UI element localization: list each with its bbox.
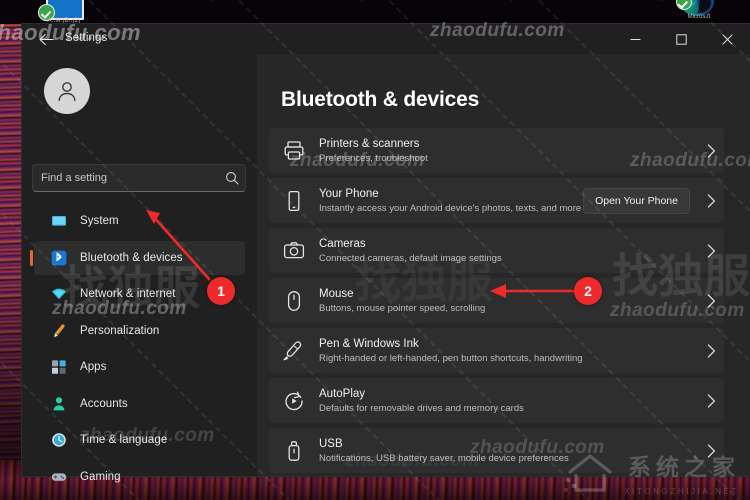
card-title: Your Phone bbox=[319, 187, 379, 200]
sidebar-nav-list: System Bluetooth & devices Network & inter… bbox=[22, 204, 257, 500]
open-your-phone-button[interactable]: Open Your Phone bbox=[583, 187, 690, 214]
chevron-right-icon[interactable] bbox=[698, 143, 724, 158]
sidebar-item-label: Bluetooth & devices bbox=[80, 251, 183, 264]
sidebar-item-label: Accounts bbox=[80, 397, 128, 410]
clock-icon bbox=[48, 431, 70, 449]
wallpaper-top-band bbox=[0, 0, 750, 24]
card-subtitle: Preferences, troubleshoot bbox=[319, 152, 428, 164]
card-mouse[interactable]: Mouse Buttons, mouse pointer speed, scrol… bbox=[269, 278, 724, 323]
card-pen-windows-ink[interactable]: Pen & Windows Ink Right-handed or left-ha… bbox=[269, 328, 724, 373]
pen-icon bbox=[269, 340, 319, 362]
chevron-right-icon[interactable] bbox=[698, 293, 724, 308]
card-text-block: Mouse Buttons, mouse pointer speed, scrol… bbox=[319, 287, 698, 315]
mouse-icon bbox=[269, 290, 319, 312]
card-text-block: USB Notifications, USB battery saver, mob… bbox=[319, 437, 698, 465]
card-your-phone[interactable]: Your Phone Instantly access your Android … bbox=[269, 178, 724, 223]
card-subtitle: Defaults for removable drives and memory… bbox=[319, 402, 524, 414]
user-avatar-icon bbox=[58, 82, 76, 102]
close-button[interactable] bbox=[704, 24, 750, 54]
sidebar-item-network-internet[interactable]: Network & internet bbox=[34, 277, 245, 311]
card-text-block: Printers & scanners Preferences, troubles… bbox=[319, 137, 698, 165]
phone-icon bbox=[269, 190, 319, 212]
network-icon bbox=[48, 285, 70, 303]
bluetooth-icon bbox=[48, 249, 70, 267]
sidebar-item-gaming[interactable]: Gaming bbox=[34, 460, 245, 494]
chevron-right-icon[interactable] bbox=[698, 393, 724, 408]
sidebar-item-label: Gaming bbox=[80, 470, 121, 483]
sidebar: System Bluetooth & devices Network & inter… bbox=[22, 54, 257, 483]
sidebar-item-apps[interactable]: Apps bbox=[34, 350, 245, 384]
card-subtitle: Right-handed or left-handed, pen button … bbox=[319, 352, 583, 364]
card-title: Mouse bbox=[319, 287, 354, 300]
sidebar-item-label: Network & internet bbox=[80, 288, 176, 300]
card-subtitle: Connected cameras, default image setting… bbox=[319, 252, 502, 264]
sidebar-item-label: Time & language bbox=[80, 434, 168, 446]
usb-icon bbox=[269, 440, 319, 462]
maximize-button[interactable] bbox=[658, 24, 704, 54]
screenshot-root: A..M.(B..(2) Micros.ft Settings Find a s… bbox=[0, 0, 750, 500]
autoplay-icon bbox=[269, 390, 319, 412]
sidebar-item-accounts[interactable]: Accounts bbox=[34, 387, 245, 421]
accounts-icon bbox=[48, 395, 70, 413]
sidebar-item-bluetooth-devices[interactable]: Bluetooth & devices bbox=[30, 240, 245, 275]
chevron-right-icon[interactable] bbox=[698, 243, 724, 258]
card-text-block: Your Phone Instantly access your Android … bbox=[319, 187, 583, 215]
sidebar-item-personalization[interactable]: Personalization bbox=[34, 314, 245, 348]
card-text-block: Pen & Windows Ink Right-handed or left-ha… bbox=[319, 337, 698, 365]
window-title: Settings bbox=[65, 32, 108, 44]
card-subtitle: Buttons, mouse pointer speed, scrolling bbox=[319, 302, 486, 314]
page-title: Bluetooth & devices bbox=[281, 88, 480, 111]
browser-shortcut-label: Micros.ft bbox=[687, 14, 711, 20]
sidebar-item-label: System bbox=[80, 215, 119, 227]
card-title: Pen & Windows Ink bbox=[319, 337, 419, 350]
chevron-right-icon[interactable] bbox=[698, 443, 724, 458]
minimize-button[interactable] bbox=[612, 24, 658, 54]
card-title: Cameras bbox=[319, 237, 366, 250]
main-content: Bluetooth & devices Printers & scanners P… bbox=[257, 54, 750, 476]
card-subtitle: Instantly access your Android device's p… bbox=[319, 202, 582, 214]
search-input[interactable] bbox=[33, 172, 219, 184]
gamepad-icon bbox=[48, 468, 70, 486]
printer-icon bbox=[269, 140, 319, 162]
chevron-right-icon[interactable] bbox=[698, 343, 724, 358]
card-title: AutoPlay bbox=[319, 387, 366, 400]
card-subtitle: Notifications, USB battery saver, mobile… bbox=[319, 452, 569, 464]
sidebar-item-label: Apps bbox=[80, 361, 107, 373]
personalization-icon bbox=[48, 322, 70, 340]
user-avatar[interactable] bbox=[44, 68, 90, 114]
search-box[interactable] bbox=[32, 164, 246, 192]
sidebar-item-system[interactable]: System bbox=[34, 204, 245, 238]
settings-card-list: Printers & scanners Preferences, troubles… bbox=[269, 128, 724, 476]
window-titlebar: Settings bbox=[22, 24, 750, 54]
back-button[interactable] bbox=[35, 28, 57, 50]
sidebar-item-label: Personalization bbox=[80, 324, 160, 337]
card-title: Printers & scanners bbox=[319, 137, 420, 150]
system-icon bbox=[48, 212, 70, 230]
card-printers-scanners[interactable]: Printers & scanners Preferences, troubles… bbox=[269, 128, 724, 173]
settings-window: Settings Find a setting System Bluetooth… bbox=[22, 24, 750, 483]
card-autoplay[interactable]: AutoPlay Defaults for removable drives an… bbox=[269, 378, 724, 423]
camera-icon bbox=[269, 240, 319, 262]
desktop-shortcut-icon[interactable]: A..M.(B..(2) bbox=[38, 0, 86, 26]
browser-shortcut-icon[interactable]: Micros.ft bbox=[676, 0, 722, 20]
card-cameras[interactable]: Cameras Connected cameras, default image … bbox=[269, 228, 724, 273]
card-text-block: AutoPlay Defaults for removable drives an… bbox=[319, 387, 698, 415]
search-icon[interactable] bbox=[219, 171, 245, 185]
sidebar-item-time-language[interactable]: Time & language bbox=[34, 423, 245, 457]
sidebar-item-accessibility[interactable]: Accessibility bbox=[34, 496, 245, 500]
card-usb[interactable]: USB Notifications, USB battery saver, mob… bbox=[269, 428, 724, 473]
card-title: USB bbox=[319, 437, 343, 450]
card-text-block: Cameras Connected cameras, default image … bbox=[319, 237, 698, 265]
apps-icon bbox=[48, 358, 70, 376]
chevron-right-icon[interactable] bbox=[698, 193, 724, 208]
